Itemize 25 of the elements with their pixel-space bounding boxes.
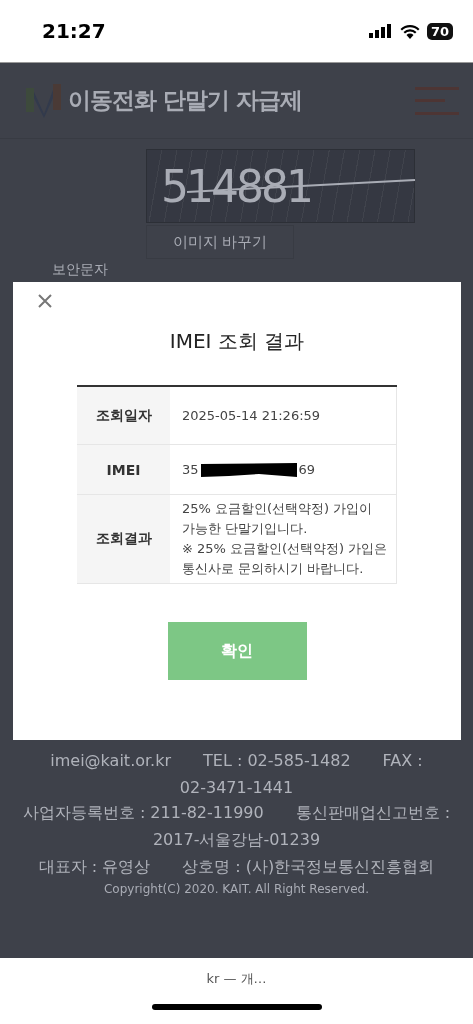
home-indicator[interactable] xyxy=(151,1004,322,1010)
footer-text: 2017-서울강남-01239 xyxy=(152,830,321,851)
dialog-title: IMEI 조회 결과 xyxy=(169,328,305,355)
footer-text: 대표자 : 유영상 상호명 : (사)한국정보통신진흥협회 xyxy=(38,857,435,878)
battery-icon: 70 xyxy=(426,22,453,40)
footer-text: 02-3471-1441 xyxy=(179,778,294,797)
imei-suffix: 69 xyxy=(298,460,316,479)
table-cell: 2025-05-14 21:26:59 xyxy=(170,387,397,445)
signal-icon xyxy=(368,24,393,38)
imei-prefix: 35 xyxy=(182,460,199,479)
table-cell: 25% 요금할인(선택약정) 가입이 가능한 단말기입니다. ※ 25% 요금할인(선택약정) 가입은 통신사로 문의하시기 바랍니다. xyxy=(170,495,397,584)
close-icon[interactable] xyxy=(37,293,53,309)
refresh-image-button[interactable]: 이미지 바꾸기 xyxy=(146,225,294,259)
row-header: 조회일자 xyxy=(77,387,170,445)
row-header: IMEI xyxy=(77,445,170,495)
footer-text: 사업자등록번호 : 211-82-11990 통신판매업신고번호 : xyxy=(22,803,451,824)
clock: 21:27 xyxy=(42,19,106,43)
footer-text: imei@kait.or.kr TEL : 02-585-1482 FAX : xyxy=(50,751,423,772)
wifi-icon xyxy=(399,23,420,39)
field-label: 보안문자 xyxy=(52,261,108,279)
copyright-text: Copyright(C) 2020. KAIT. All Right Reserved. xyxy=(103,882,370,896)
row-header: 조회결과 xyxy=(77,495,170,584)
logo-icon xyxy=(26,83,62,118)
address-bar[interactable]: kr — 개… xyxy=(206,970,267,988)
site-title: 이동전화 단말기 자급제 xyxy=(68,86,302,115)
